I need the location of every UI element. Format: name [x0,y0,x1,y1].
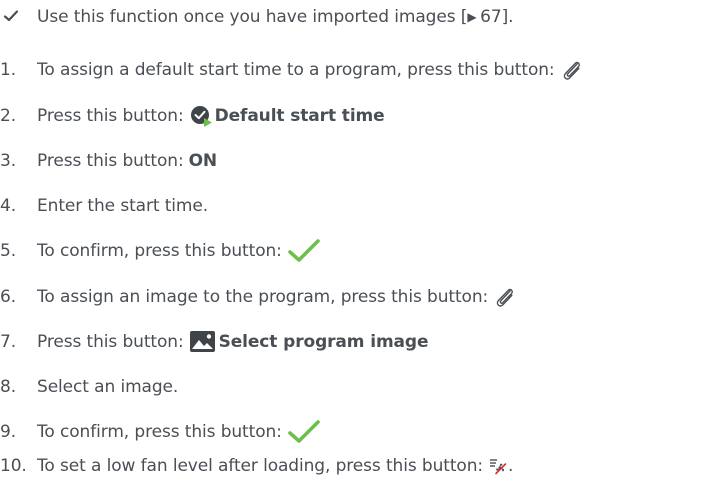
step-6: 6. To assign an image to the program, pr… [0,283,515,311]
instruction-document: Use this function once you have imported… [0,0,709,484]
step-number: 6. [0,287,17,307]
step-number: 5. [0,241,17,261]
step-9: 9. To confirm, press this button: [0,418,321,446]
step-7: 7. Press this button: Select program ima… [0,328,429,356]
page-ref-arrow-icon: ▶ [467,10,481,24]
default-start-time-icon [189,104,215,128]
step-text: To confirm, press this button: [37,241,282,261]
step-number: 7. [0,332,17,352]
step-10: 10. To set a low fan level after loading… [0,452,513,480]
step-number: 8. [0,377,17,397]
step-1: 1. To assign a default start time to a p… [0,56,582,84]
step-text: To set a low fan level after loading, pr… [37,456,484,476]
step-number: 2. [0,106,17,126]
step-text: To assign an image to the program, press… [37,287,489,307]
step-number: 10. [0,456,27,476]
step-text: Press this button: [37,151,184,171]
prerequisite-line: Use this function once you have imported… [0,3,514,31]
fan-off-icon [488,456,508,476]
step-text: Press this button: [37,106,184,126]
default-start-time-button-label: Default start time [214,106,385,126]
prerequisite-text: Use this function once you have imported… [37,7,514,27]
checkmark-icon [287,238,321,264]
step-4: 4. Enter the start time. [0,192,208,220]
step-number: 4. [0,196,17,216]
step-number: 9. [0,422,17,442]
step-trailing-period: . [508,456,514,476]
step-text: Press this button: [37,332,184,352]
step-text: Enter the start time. [37,196,209,216]
page-reference-link[interactable]: 67 [480,7,502,27]
on-button-label: ON [188,151,218,171]
image-icon [189,330,219,354]
step-5: 5. To confirm, press this button: [0,237,321,265]
step-text: Select an image. [37,377,179,397]
paperclip-icon [560,58,582,82]
step-text: To confirm, press this button: [37,422,282,442]
step-3: 3. Press this button: ON [0,147,217,175]
paperclip-icon [493,285,515,309]
step-number: 3. [0,151,17,171]
checkmark-icon [287,419,321,445]
step-text: To assign a default start time to a prog… [37,60,555,80]
select-program-image-button-label: Select program image [218,332,429,352]
step-number: 1. [0,60,17,80]
step-2: 2. Press this button: Default start time [0,102,385,130]
step-8: 8. Select an image. [0,373,178,401]
prerequisite-check-marker [0,7,37,28]
